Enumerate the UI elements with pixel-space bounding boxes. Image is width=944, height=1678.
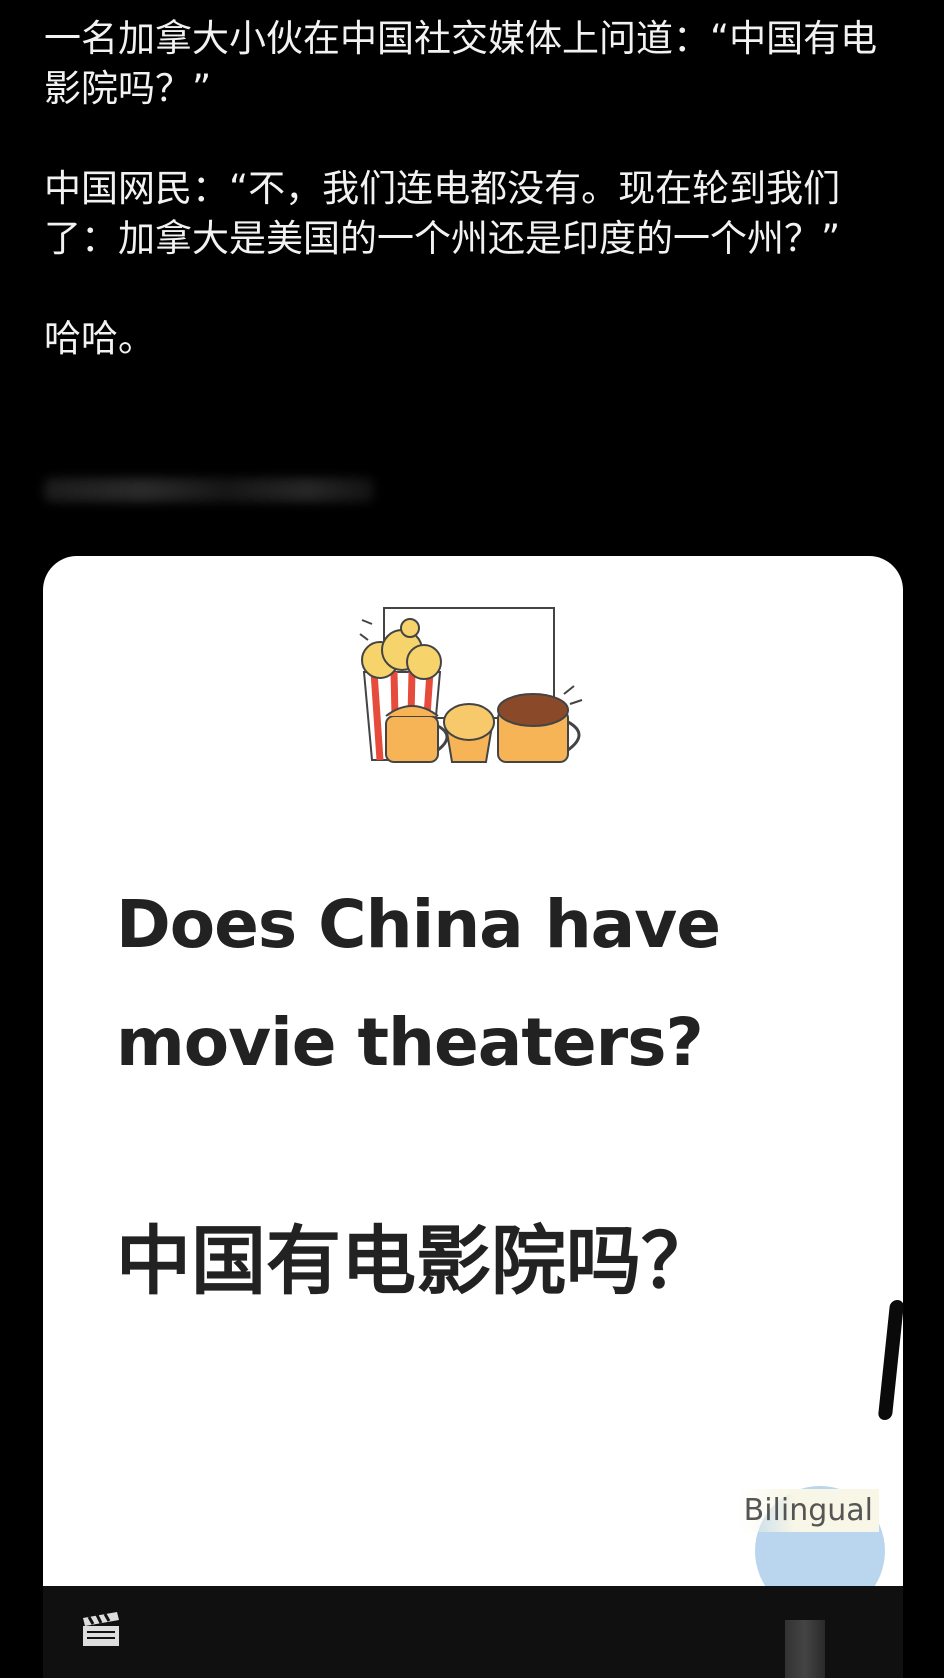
post-paragraph-question: 一名加拿大小伙在中国社交媒体上问道：“中国有电影院吗？” [44,17,878,110]
bilingual-badge[interactable]: Bilingual [693,1466,903,1586]
post-paragraph-laugh: 哈哈。 [44,317,155,360]
blurred-text [44,478,374,502]
bilingual-label: Bilingual [737,1489,879,1532]
bottom-bar [43,1586,903,1678]
post-paragraph-reply: 中国网民：“不，我们连电都没有。现在轮到我们了：加拿大是美国的一个州还是印度的一… [44,167,841,260]
post-text: 一名加拿大小伙在中国社交媒体上问道：“中国有电影院吗？” 中国网民：“不，我们连… [44,14,904,414]
popcorn-and-snacks-icon [359,607,583,763]
card-title-chinese: 中国有电影院吗？ [116,1217,717,1305]
card-title-english: Does China have movie theaters? [116,886,721,1081]
image-card[interactable]: Does China have movie theaters? 中国有电影院吗？… [43,556,903,1586]
clapperboard-icon[interactable] [81,1612,123,1648]
watermark [785,1620,825,1678]
